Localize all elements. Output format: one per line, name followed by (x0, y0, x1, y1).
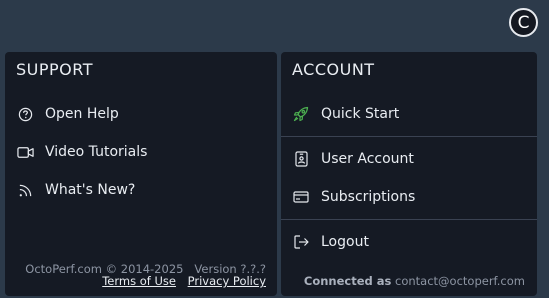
user-account-item[interactable]: User Account (281, 140, 537, 178)
logout-label: Logout (321, 234, 369, 250)
divider (281, 219, 537, 220)
user-account-label: User Account (321, 151, 414, 167)
whats-new-item[interactable]: What's New? (5, 171, 277, 209)
video-camera-icon (16, 143, 34, 161)
terms-of-use-link[interactable]: Terms of Use (102, 274, 176, 288)
quick-start-item[interactable]: Quick Start (281, 95, 537, 133)
video-tutorials-item[interactable]: Video Tutorials (5, 133, 277, 171)
open-help-item[interactable]: Open Help (5, 95, 277, 133)
connected-as-text: Connected as contact@octoperf.com (304, 274, 525, 288)
user-email: contact@octoperf.com (395, 274, 525, 288)
rocket-icon (292, 105, 310, 123)
divider (281, 136, 537, 137)
credit-card-icon (292, 188, 310, 206)
quick-start-label: Quick Start (321, 106, 400, 122)
subscriptions-item[interactable]: Subscriptions (281, 178, 537, 216)
logout-item[interactable]: Logout (281, 223, 537, 261)
account-panel: ACCOUNT Quick Start User Account Subscri… (281, 52, 537, 296)
privacy-policy-link[interactable]: Privacy Policy (188, 274, 266, 288)
legal-links: Terms of Use Privacy Policy (94, 274, 266, 288)
avatar-initial: C (517, 12, 530, 33)
rss-icon (16, 181, 34, 199)
id-badge-icon (292, 150, 310, 168)
subscriptions-label: Subscriptions (321, 189, 416, 205)
whats-new-label: What's New? (45, 182, 136, 198)
open-help-label: Open Help (45, 106, 119, 122)
video-tutorials-label: Video Tutorials (45, 144, 148, 160)
help-circle-icon (16, 105, 34, 123)
account-title: ACCOUNT (292, 60, 375, 79)
logout-icon (292, 233, 310, 251)
support-panel: SUPPORT Open Help Video Tutorials What's… (5, 52, 277, 296)
connected-as-label: Connected as (303, 274, 392, 288)
support-title: SUPPORT (16, 60, 93, 79)
user-avatar-button[interactable]: C (509, 8, 538, 37)
